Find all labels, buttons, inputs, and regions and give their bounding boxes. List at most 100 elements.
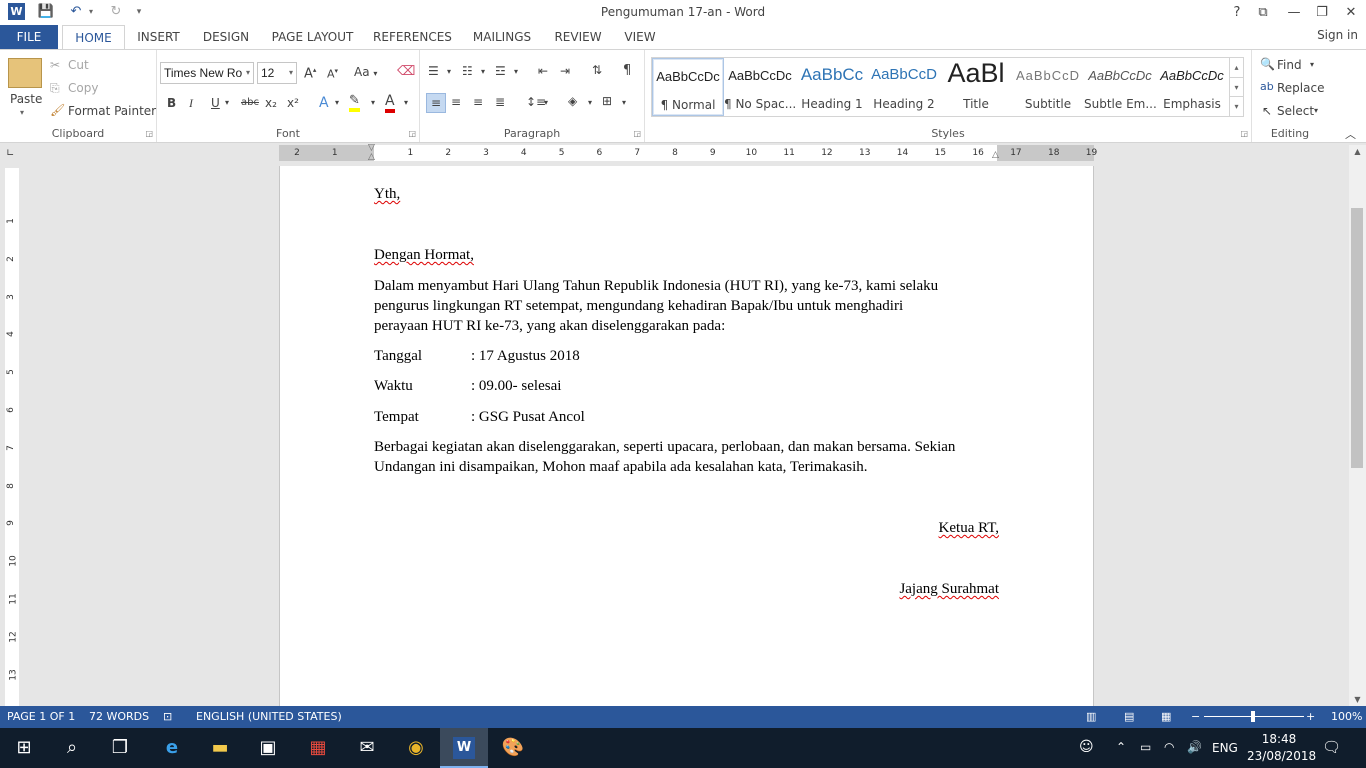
increase-indent-icon[interactable]: ⇥ [560,64,570,78]
underline-button[interactable]: U [211,96,220,110]
align-center-icon[interactable]: ≡ [451,95,461,109]
search-icon[interactable]: ⌕ [48,728,96,768]
change-case-button[interactable]: Aa ▾ [354,65,377,79]
show-marks-icon[interactable]: ¶ [623,63,631,78]
gift-icon[interactable]: ▦ [294,728,342,768]
more-styles-icon[interactable]: ▾ [1230,96,1243,115]
clock-time[interactable]: 18:48 [1251,732,1307,746]
style-subtle-emphasis[interactable]: AaBbCcDc Subtle Em... [1084,58,1156,116]
format-painter-button[interactable]: Format Painter [68,104,156,118]
web-layout-icon[interactable]: ▦ [1161,710,1171,723]
document-page[interactable]: Yth, Dengan Hormat, Dalam menyambut Hari… [279,166,1094,706]
mail-icon[interactable]: ✉ [343,728,391,768]
style-heading-1[interactable]: AaBbCc Heading 1 [796,58,868,116]
borders-dropdown-icon[interactable]: ▾ [622,98,626,107]
zoom-in-button[interactable]: + [1306,710,1315,723]
tab-page-layout[interactable]: PAGE LAYOUT [266,25,359,50]
replace-button[interactable]: Replace [1277,81,1324,95]
tab-design[interactable]: DESIGN [196,25,256,50]
edge-icon[interactable]: e [148,728,196,768]
tab-references[interactable]: REFERENCES [369,25,456,50]
chrome-icon[interactable]: ◉ [392,728,440,768]
sign-in-link[interactable]: Sign in [1317,25,1358,45]
close-button[interactable]: ✕ [1336,0,1366,25]
grow-font-button[interactable]: A▴ [304,66,316,81]
minimize-button[interactable]: — [1279,0,1309,25]
maximize-button[interactable]: ❐ [1307,0,1337,25]
find-dropdown-icon[interactable]: ▾ [1310,60,1314,69]
decrease-indent-icon[interactable]: ⇤ [538,64,548,78]
numbering-icon[interactable]: ☷ [462,64,473,78]
styles-launcher-icon[interactable]: ◲ [1240,129,1248,138]
bullets-icon[interactable]: ☰ [428,64,439,78]
paragraph-launcher-icon[interactable]: ◲ [633,129,641,138]
superscript-button[interactable]: x² [287,96,299,110]
style-subtitle[interactable]: AaBbCcD Subtitle [1012,58,1084,116]
read-mode-icon[interactable]: ▥ [1086,710,1096,723]
numbering-dropdown-icon[interactable]: ▾ [481,67,485,76]
sort-icon[interactable]: ⇅ [592,63,602,77]
scroll-up-icon[interactable]: ▴ [1230,58,1243,77]
battery-icon[interactable]: ▭ [1140,740,1151,754]
align-left-icon[interactable]: ≡ [426,93,446,113]
style-heading-2[interactable]: AaBbCcD Heading 2 [868,58,940,116]
line-spacing-dropdown-icon[interactable]: ▾ [544,98,548,107]
doc-intro-line[interactable]: Dalam menyambut Hari Ulang Tahun Republi… [374,276,938,296]
format-painter-icon[interactable]: 🖌 [50,103,65,117]
paste-dropdown-icon[interactable]: ▾ [20,108,24,117]
shading-icon[interactable]: ◈ [568,94,577,108]
select-button[interactable]: Select [1277,104,1314,118]
font-launcher-icon[interactable]: ◲ [408,129,416,138]
bold-button[interactable]: B [167,96,176,110]
text-effects-icon[interactable]: A [319,95,329,111]
scroll-up-icon[interactable]: ▲ [1349,147,1366,156]
tab-review[interactable]: REVIEW [548,25,608,50]
style-title[interactable]: AaBl Title [940,58,1012,116]
copy-icon[interactable]: ⎘ [50,81,60,96]
tab-file[interactable]: FILE [0,25,58,50]
people-icon[interactable]: ☺ [1079,739,1094,755]
styles-gallery-scroll[interactable]: ▴ ▾ ▾ [1229,58,1243,116]
text-effects-dropdown-icon[interactable]: ▾ [335,98,339,107]
doc-signature-title[interactable]: Ketua RT, [939,518,999,538]
file-explorer-icon[interactable]: ▬ [196,728,244,768]
font-family-select[interactable]: Times New Ro ▾ [160,62,254,84]
horizontal-ruler[interactable]: ▽ △ △ 2 1 1 2 3 4 5 6 7 8 9 10 11 12 13 14 15 16 17 18 19 [279,143,1097,162]
select-icon[interactable]: ↖ [1262,104,1272,118]
print-layout-icon[interactable]: ▤ [1124,710,1134,723]
find-icon[interactable]: 🔍 [1260,57,1275,71]
show-hidden-icons[interactable]: ⌃ [1116,740,1126,754]
font-color-dropdown-icon[interactable]: ▾ [404,98,408,107]
task-view-icon[interactable]: ❐ [96,728,144,768]
style-emphasis[interactable]: AaBbCcDc Emphasis [1156,58,1228,116]
page-count[interactable]: PAGE 1 OF 1 [7,710,75,723]
shrink-font-button[interactable]: A▾ [327,67,338,81]
find-button[interactable]: Find [1277,58,1302,72]
shading-dropdown-icon[interactable]: ▾ [588,98,592,107]
doc-salutation[interactable]: Yth, [374,184,400,204]
paint-icon[interactable]: 🎨 [489,728,537,768]
multilevel-dropdown-icon[interactable]: ▾ [514,67,518,76]
align-right-icon[interactable]: ≡ [473,95,483,109]
tab-home[interactable]: HOME [62,25,125,50]
tab-mailings[interactable]: MAILINGS [466,25,538,50]
zoom-level[interactable]: 100% [1331,710,1362,723]
doc-signature-name[interactable]: Jajang Surahmat [899,579,999,599]
action-center-icon[interactable]: 🗨 [1322,738,1341,756]
replace-icon[interactable]: ab [1260,80,1274,93]
zoom-out-button[interactable]: − [1191,710,1200,723]
subscript-button[interactable]: x₂ [265,96,277,110]
doc-greeting[interactable]: Dengan Hormat, [374,245,474,265]
font-size-select[interactable]: 12 ▾ [257,62,297,84]
clipboard-launcher-icon[interactable]: ◲ [145,129,153,138]
tab-view[interactable]: VIEW [618,25,662,50]
doc-closing-line[interactable]: Berbagai kegiatan akan diselenggarakan, … [374,437,955,457]
proofing-icon[interactable]: ⊡ [163,710,172,723]
ribbon-display-icon[interactable]: ⧉ [1248,0,1278,25]
left-indent-marker[interactable]: △ [368,152,375,162]
wifi-icon[interactable]: ◠ [1164,740,1174,754]
underline-dropdown-icon[interactable]: ▾ [225,98,229,107]
strikethrough-button[interactable]: abc [241,97,259,108]
word-count[interactable]: 72 WORDS [89,710,149,723]
borders-icon[interactable]: ⊞ [602,94,612,108]
